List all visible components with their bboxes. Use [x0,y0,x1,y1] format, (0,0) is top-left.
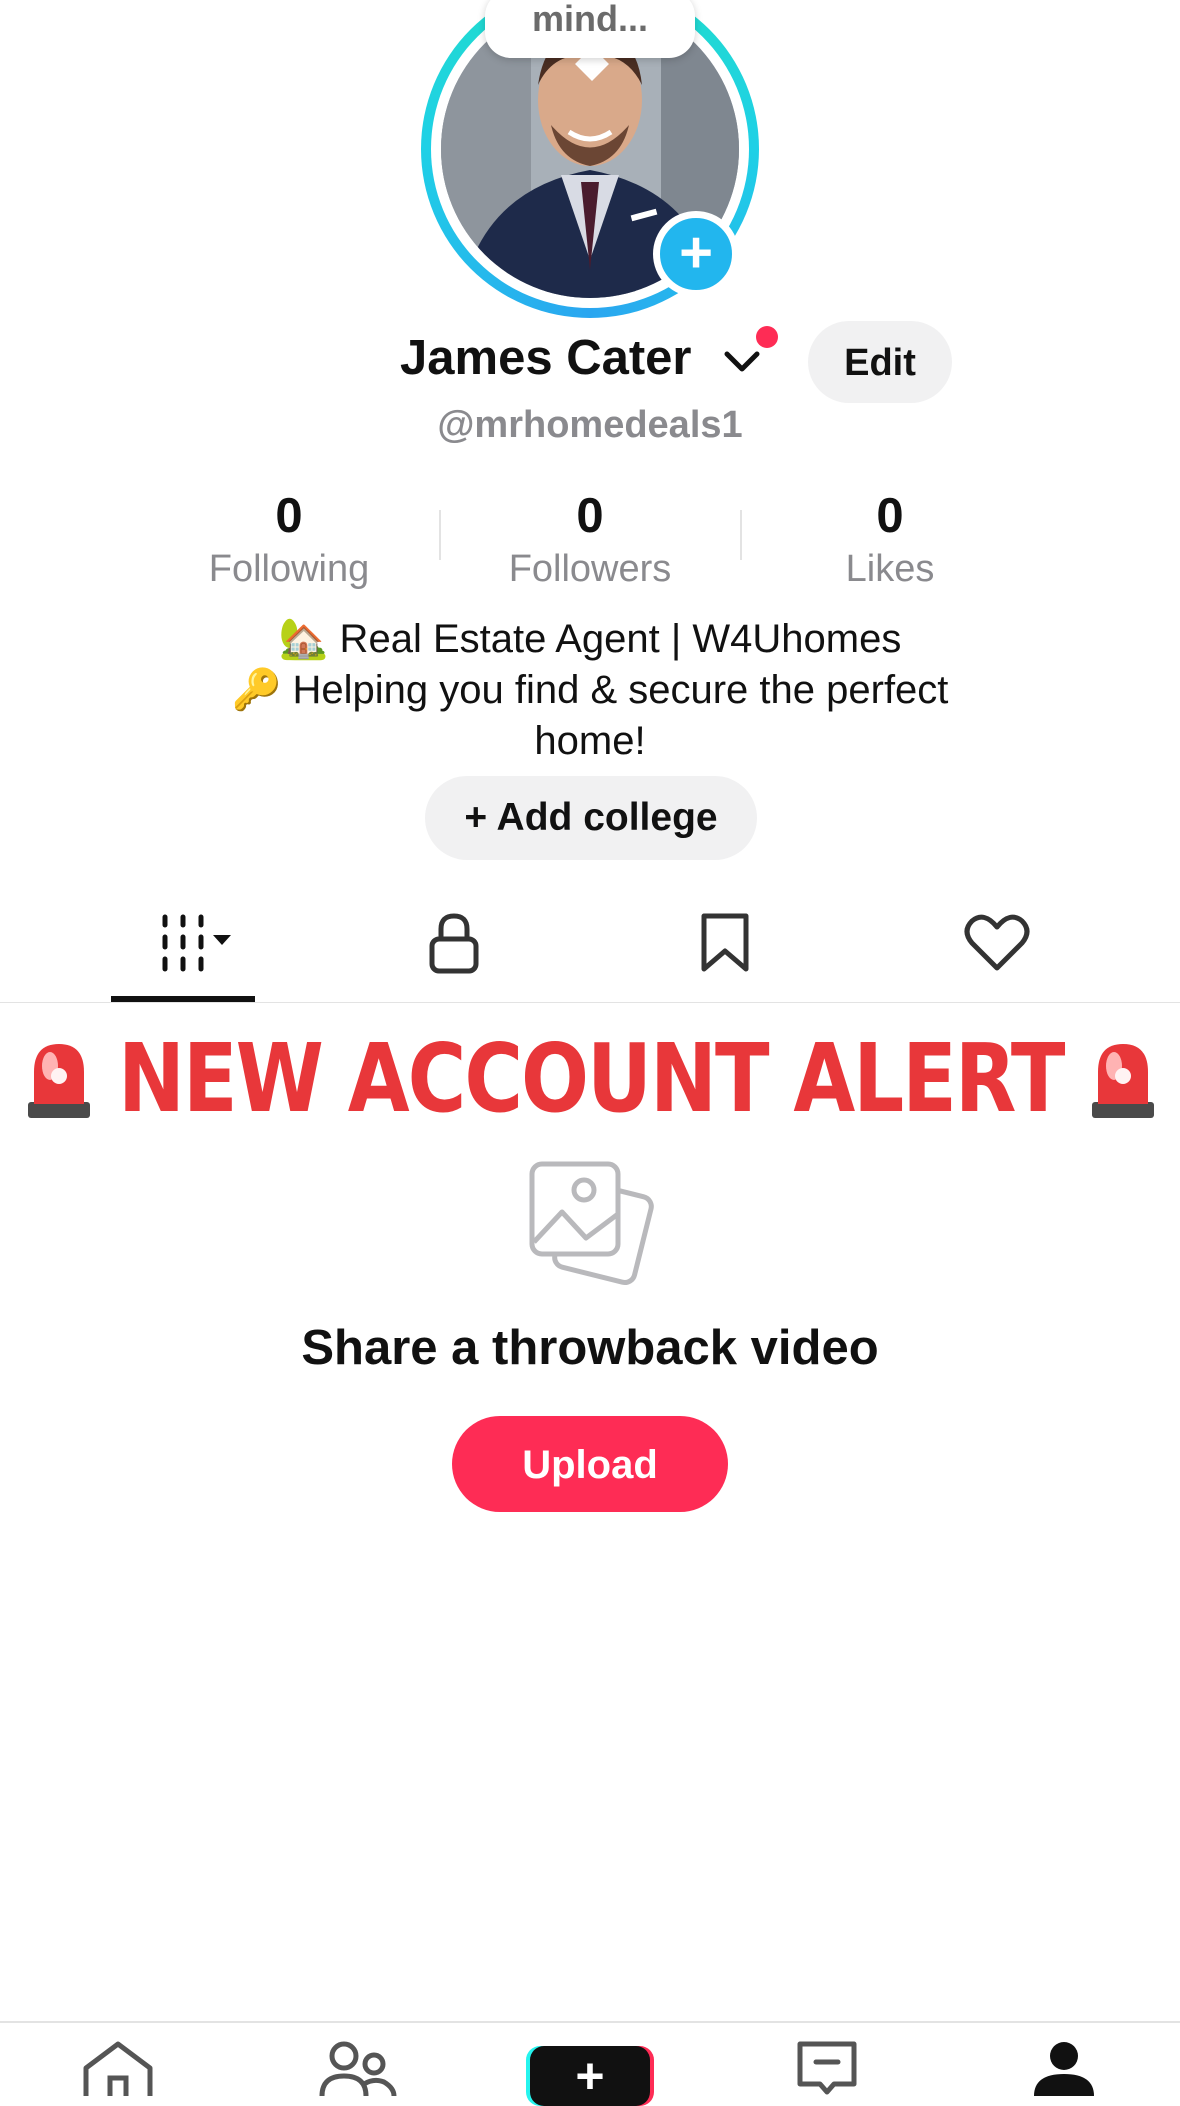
stat-label: Following [208,548,370,590]
profile-icon[interactable] [1032,2040,1096,2096]
bio-line: home! [534,719,646,763]
note-bubble[interactable]: mind... [485,0,695,58]
stat-following[interactable]: 0 Following [159,488,419,594]
heart-icon [964,914,1030,971]
siren-icon [28,1043,90,1118]
bio-line: 🏡 Real Estate Agent | W4Uhomes [278,617,902,661]
create-icon: + [530,2046,650,2106]
bio[interactable]: 🏡 Real Estate Agent | W4Uhomes 🔑 Helping… [0,614,1180,767]
bottom-nav-divider [0,2021,1180,2023]
tab-liked[interactable] [937,908,1057,978]
tab-saved[interactable] [665,908,785,978]
stat-likes[interactable]: 0 Likes [760,488,1020,594]
stat-followers[interactable]: 0 Followers [460,488,720,594]
add-story-button[interactable]: + [653,211,739,297]
empty-state-title: Share a throwback video [301,1321,879,1375]
videos-grid-icon [162,914,231,972]
inbox-icon[interactable] [794,2040,860,2096]
tab-videos[interactable] [111,908,255,978]
bio-line: 🔑 Helping you find & secure the perfect [231,668,949,712]
alert-banner: NEW ACCOUNT ALERT [0,1024,1180,1133]
edit-profile-button[interactable]: Edit [808,321,952,403]
tab-divider [0,1002,1180,1003]
stat-divider [740,510,742,560]
alert-text: NEW ACCOUNT ALERT [118,1023,1065,1134]
stat-label: Likes [845,548,935,590]
stat-value: 0 [876,489,904,543]
stat-value: 0 [275,489,303,543]
siren-icon [1091,1043,1154,1118]
lock-icon [429,913,479,974]
create-button[interactable]: + [526,2046,654,2106]
friends-icon[interactable] [318,2040,398,2096]
stat-label: Followers [508,548,672,590]
stat-value: 0 [576,489,604,543]
stat-divider [439,510,441,560]
display-name[interactable]: James Cater [400,330,691,386]
chevron-down-icon[interactable] [722,348,762,376]
tab-private[interactable] [394,908,514,978]
username: @mrhomedeals1 [437,404,743,446]
notification-dot [756,326,778,348]
bookmark-icon [701,913,749,972]
photos-icon [529,1161,654,1285]
add-college-button[interactable]: + Add college [425,776,757,860]
home-icon[interactable] [80,2040,156,2096]
upload-button[interactable]: Upload [452,1416,728,1512]
